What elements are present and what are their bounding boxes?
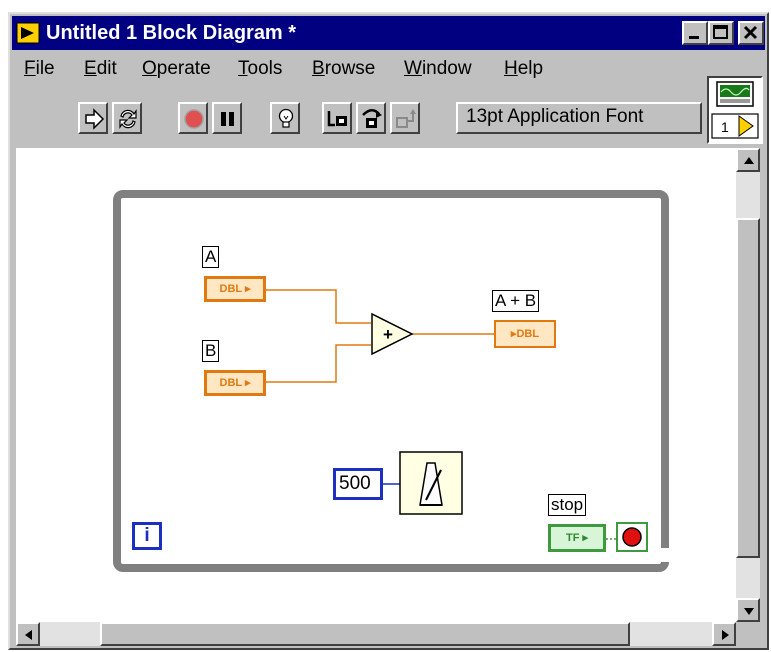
add-node-symbol: +: [383, 325, 393, 344]
vertical-scroll-thumb[interactable]: [736, 218, 760, 558]
title-bar[interactable]: Untitled 1 Block Diagram *: [12, 16, 765, 50]
scroll-right-button[interactable]: [712, 622, 736, 646]
labview-app-icon: [16, 22, 40, 44]
abort-button[interactable]: [178, 102, 208, 134]
menu-help[interactable]: Help: [504, 58, 543, 80]
menu-browse[interactable]: Browse: [312, 58, 375, 80]
iteration-terminal[interactable]: i: [132, 522, 162, 550]
menu-bar: File Edit Operate Tools Browse Window He…: [12, 54, 692, 84]
menu-edit[interactable]: Edit: [84, 58, 117, 80]
minimize-button[interactable]: [682, 21, 708, 45]
wait-ms-constant-value: 500: [339, 473, 371, 494]
vi-connector-icon: [711, 81, 759, 139]
menu-browse-mnemonic: B: [312, 58, 325, 79]
control-a-terminal[interactable]: DBL ▸: [204, 276, 266, 302]
indicator-sum-terminal[interactable]: ▸DBL: [494, 320, 556, 348]
menu-operate-label: perate: [156, 58, 211, 79]
horizontal-scrollbar[interactable]: [16, 622, 736, 646]
vi-icon-pane[interactable]: 1: [707, 76, 763, 144]
font-ring-label: 13pt Application Font: [466, 106, 644, 127]
control-a-label: A: [202, 246, 220, 268]
run-continuously-button[interactable]: [112, 102, 142, 134]
step-over-button[interactable]: [356, 102, 386, 134]
run-continuously-icon: [119, 109, 137, 129]
highlight-execution-icon: [278, 108, 294, 128]
loop-condition-terminal[interactable]: [616, 522, 648, 552]
stop-control-label: stop: [548, 494, 587, 516]
wait-ms-icon: [399, 451, 463, 515]
menu-window-mnemonic: W: [404, 58, 422, 79]
control-b-terminal[interactable]: DBL ▸: [204, 370, 266, 396]
scroll-down-button[interactable]: [736, 598, 760, 622]
menu-file[interactable]: File: [24, 58, 55, 80]
step-out-button[interactable]: [390, 102, 420, 134]
step-over-icon: [362, 109, 382, 128]
arrow-up-icon: [744, 157, 754, 164]
menu-window-label: indow: [421, 58, 472, 79]
arrow-right-icon: [722, 630, 729, 640]
menu-edit-label: dit: [96, 58, 117, 79]
menu-browse-label: rowse: [324, 58, 376, 79]
close-button[interactable]: [738, 21, 764, 45]
window-title: Untitled 1 Block Diagram *: [46, 22, 297, 44]
menu-file-label: ile: [35, 58, 55, 79]
menu-window[interactable]: Window: [404, 58, 472, 80]
control-b-type: DBL: [219, 377, 242, 389]
menu-edit-mnemonic: E: [84, 58, 97, 79]
run-button[interactable]: [78, 102, 108, 134]
close-icon: [743, 25, 758, 40]
arrow-down-icon: [744, 608, 754, 615]
highlight-execution-button[interactable]: [270, 102, 300, 134]
indicator-sum-label: A + B: [492, 290, 540, 312]
wait-ms-constant[interactable]: 500: [333, 468, 383, 500]
vertical-scrollbar[interactable]: [736, 148, 760, 622]
vi-icon-number: 1: [721, 119, 729, 135]
pause-button[interactable]: [212, 102, 242, 134]
scroll-left-button[interactable]: [16, 622, 40, 646]
scroll-up-button[interactable]: [736, 148, 760, 172]
control-b-label: B: [202, 340, 220, 362]
wire-a: [266, 289, 371, 324]
wire-b: [266, 344, 371, 383]
run-arrow-icon: [85, 108, 105, 130]
horizontal-scroll-thumb[interactable]: [100, 622, 630, 646]
step-into-button[interactable]: [322, 102, 352, 134]
minimize-icon: [689, 36, 699, 39]
maximize-button[interactable]: [708, 21, 734, 45]
font-ring-dropdown[interactable]: 13pt Application Font: [456, 102, 702, 134]
control-a-type: DBL: [219, 283, 242, 295]
stop-control-type: TF: [565, 532, 580, 544]
indicator-sum-type: DBL: [516, 328, 540, 340]
iteration-terminal-label: i: [144, 525, 150, 546]
menu-operate-mnemonic: O: [142, 58, 157, 79]
maximize-icon: [713, 25, 728, 39]
stop-sign-icon: [622, 527, 642, 547]
menu-operate[interactable]: Operate: [142, 58, 211, 80]
stop-control-terminal[interactable]: TF ▸: [548, 524, 606, 552]
step-into-icon: [327, 111, 347, 127]
menu-tools-mnemonic: T: [238, 58, 248, 79]
step-out-icon: [396, 109, 416, 128]
menu-help-mnemonic: H: [504, 58, 518, 79]
menu-tools[interactable]: Tools: [238, 58, 282, 80]
menu-file-mnemonic: F: [24, 58, 36, 79]
menu-help-label: elp: [517, 58, 544, 79]
arrow-left-icon: [25, 630, 32, 640]
abort-stop-icon: [184, 109, 204, 129]
menu-tools-label: ools: [247, 58, 283, 79]
pause-icon: [221, 112, 234, 126]
